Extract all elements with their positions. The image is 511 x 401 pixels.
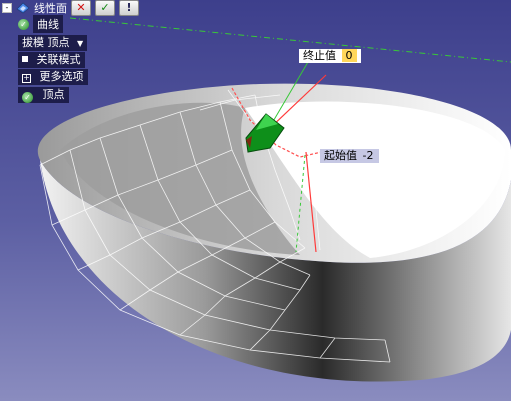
check-icon: ✓: [100, 1, 110, 14]
check-circle-icon: ✓: [18, 18, 29, 30]
curve-label: 曲线: [33, 15, 63, 33]
square-bullet-icon: [22, 56, 28, 62]
start-value-field[interactable]: -2: [361, 149, 376, 162]
more-options-label: 更多选项: [39, 70, 84, 83]
end-value-label: 终止值: [303, 49, 336, 62]
start-value-label: 起始值: [324, 149, 357, 162]
curve-item[interactable]: ✓ 曲线: [18, 15, 63, 33]
end-value-tag[interactable]: 终止值 0: [299, 49, 361, 63]
chevron-down-icon: ▼: [77, 39, 84, 48]
expand-plus-icon: +: [22, 73, 31, 83]
vertex-item[interactable]: ✓ 顶点: [18, 87, 69, 103]
tree-collapse-toggle[interactable]: -: [2, 3, 12, 13]
draft-type-value: 拔模 顶点: [22, 36, 70, 49]
associative-mode-label: 关联模式: [36, 53, 81, 66]
vertex-label: 顶点: [42, 88, 65, 101]
feature-title-row: - 线性面 ✕ ✓ !: [2, 0, 139, 16]
draft-type-dropdown[interactable]: 拔模 顶点 ▼: [18, 35, 88, 51]
more-options-expander[interactable]: + 更多选项: [18, 69, 88, 85]
3d-viewport[interactable]: - 线性面 ✕ ✓ ! ✓ 曲线 拔模 顶点 ▼ 关联模式 + 更多选项 ✓ 顶…: [0, 0, 511, 401]
x-icon: ✕: [76, 1, 86, 14]
associative-mode-toggle[interactable]: 关联模式: [18, 52, 85, 68]
check-circle-icon: ✓: [22, 92, 33, 103]
cancel-button[interactable]: ✕: [71, 0, 91, 16]
ruled-surface-icon: [16, 2, 30, 14]
feature-title: 线性面: [34, 2, 67, 15]
start-value-tag[interactable]: 起始值 -2: [320, 149, 380, 163]
end-value-field[interactable]: 0: [341, 49, 357, 62]
ok-button[interactable]: ✓: [95, 0, 115, 16]
help-button[interactable]: !: [119, 0, 139, 16]
help-icon: !: [126, 1, 132, 14]
